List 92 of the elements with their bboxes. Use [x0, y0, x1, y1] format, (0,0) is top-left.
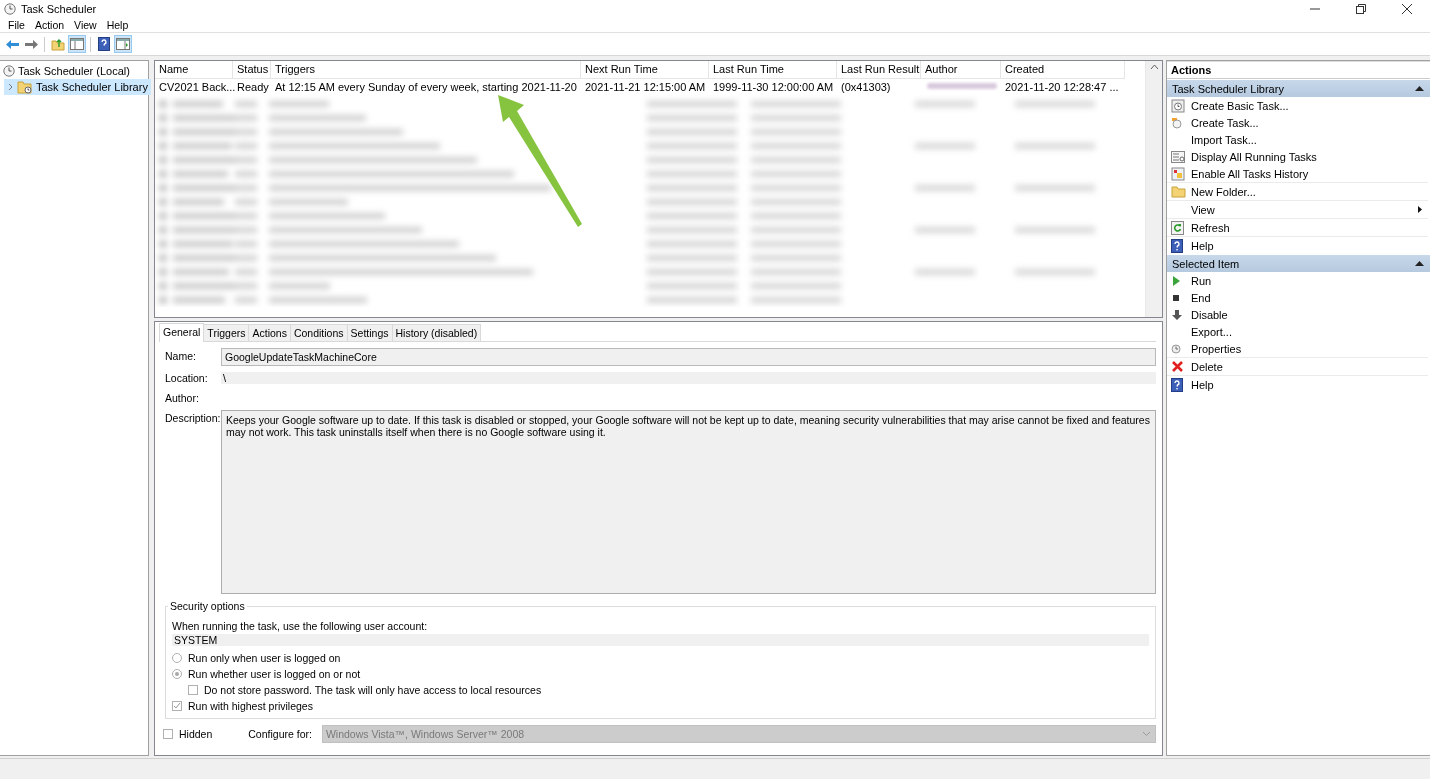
table-cell-text: CV2021 Back... — [159, 80, 236, 95]
pane-command[interactable]: Disable — [1167, 306, 1428, 323]
pane-title: Actions — [1167, 61, 1430, 79]
checkbox[interactable] — [172, 701, 182, 711]
tree-item[interactable]: Task Scheduler Library — [4, 79, 151, 95]
column-header[interactable]: Triggers — [271, 61, 581, 79]
checkbox[interactable] — [163, 729, 173, 739]
name-field[interactable]: GoogleUpdateTaskMachineCore — [221, 348, 1156, 366]
tab[interactable]: Actions — [248, 324, 291, 341]
option-label: Do not store password. The task will only have access to local resources — [204, 684, 542, 696]
column-header[interactable]: Created — [1001, 61, 1125, 79]
down-arrow-icon — [1171, 308, 1183, 321]
pane-command[interactable]: Create Basic Task... — [1167, 97, 1428, 114]
column-header[interactable]: Next Run Time — [581, 61, 709, 79]
pane-command[interactable]: Refresh — [1167, 219, 1428, 237]
tab[interactable]: General — [159, 323, 205, 342]
list-icon — [1171, 150, 1185, 163]
pane-command[interactable]: End — [1167, 289, 1428, 306]
dropdown-caret-icon[interactable] — [1142, 731, 1151, 737]
tab[interactable]: Triggers — [203, 324, 250, 341]
help-button[interactable] — [95, 35, 113, 53]
section-header[interactable]: Task Scheduler Library — [1167, 80, 1430, 97]
field-label: Author: — [165, 391, 200, 406]
menu-item[interactable]: Help — [101, 18, 134, 31]
column-header[interactable]: Status — [233, 61, 271, 79]
stop-icon — [1171, 292, 1181, 303]
column-header[interactable]: Last Run Time — [709, 61, 837, 79]
close-icon[interactable] — [1402, 3, 1412, 14]
tab[interactable]: Settings — [346, 324, 393, 341]
column-header[interactable]: Name — [155, 61, 233, 79]
restore-icon[interactable] — [1356, 3, 1366, 14]
collapsed-chevron-icon[interactable] — [7, 83, 14, 91]
option-label: Run with highest privileges — [188, 700, 313, 712]
pane-command[interactable]: Properties — [1167, 340, 1428, 358]
help-icon — [1171, 238, 1183, 253]
column-header[interactable]: Author — [921, 61, 1001, 79]
table-cell-text: Ready — [236, 80, 270, 95]
tab[interactable]: History (disabled) — [391, 324, 482, 341]
clock-icon — [3, 65, 15, 77]
location-field: \ — [221, 372, 1156, 384]
folder-icon — [17, 80, 33, 94]
menu-item[interactable]: File — [3, 18, 30, 31]
window-title: Task Scheduler — [21, 2, 97, 15]
tree-item[interactable]: Task Scheduler (Local) — [0, 63, 133, 79]
help-icon — [1171, 377, 1183, 392]
description-field[interactable]: Keeps your Google software up to date. If this task is disabled or stopped, your Google software will not be kept up to date, meaning security vulnerabilities that may arise cannot be fixed and features may not work. This task uninstalls itself when there is no Google software using it. — [221, 410, 1156, 594]
folder-icon — [1171, 185, 1186, 198]
table-cell-text: 1999-11-30 12:00:00 AM — [712, 80, 835, 95]
table-cell-text: 2021-11-20 12:28:47 ... — [1004, 80, 1120, 95]
pane-command[interactable]: New Folder... — [1167, 183, 1428, 201]
console-tree-button[interactable] — [68, 35, 86, 53]
table-cell-text: (0x41303) — [840, 80, 892, 95]
field-label: Configure for: — [248, 728, 312, 740]
pane-command[interactable]: Delete — [1167, 358, 1428, 376]
pane-command[interactable]: Help — [1167, 376, 1428, 393]
account-label: When running the task, use the following user account: — [172, 620, 429, 632]
calendar-clock-icon — [1171, 98, 1185, 113]
menu-item[interactable]: View — [69, 18, 102, 31]
collapse-icon[interactable] — [1415, 261, 1424, 266]
pane-command[interactable]: Export... — [1167, 323, 1428, 340]
pane-command[interactable]: Help — [1167, 237, 1428, 254]
tab[interactable]: Conditions — [289, 324, 348, 341]
clock-icon — [1171, 343, 1181, 354]
field-label: Location: — [165, 371, 209, 386]
table-cell-text: 2021-11-21 12:15:00 AM — [584, 80, 707, 95]
option-label: Hidden — [179, 728, 213, 740]
pane-command[interactable]: Enable All Tasks History — [1167, 165, 1428, 183]
group-title: Security options — [169, 600, 246, 612]
clock-icon — [1171, 116, 1183, 129]
action-pane-button[interactable] — [114, 35, 132, 53]
table-cell-text: At 12:15 AM every Sunday of every week, starting 2021-11-20 — [274, 80, 578, 95]
menu-item[interactable]: Action — [29, 18, 70, 31]
pane-command[interactable]: Import Task... — [1167, 131, 1428, 148]
pane-command[interactable]: View — [1167, 201, 1428, 219]
column-header[interactable]: Last Run Result — [837, 61, 921, 79]
history-icon — [1171, 166, 1185, 181]
scrollbar[interactable] — [1145, 61, 1162, 317]
account-field: SYSTEM — [172, 634, 1149, 646]
pane-command[interactable]: Create Task... — [1167, 114, 1428, 131]
section-header[interactable]: Selected Item — [1167, 255, 1430, 272]
checkbox[interactable] — [188, 685, 198, 695]
option-label: Run only when user is logged on — [188, 652, 341, 664]
collapse-icon[interactable] — [1415, 86, 1424, 91]
option-label: Run whether user is logged on or not — [188, 668, 361, 680]
pane-command[interactable]: Run — [1167, 272, 1428, 289]
submenu-arrow-icon — [1418, 206, 1422, 213]
play-icon — [1171, 274, 1181, 287]
field-label: Description: — [165, 411, 221, 426]
delete-icon — [1171, 360, 1184, 373]
field-label: Name: — [165, 349, 197, 364]
refresh-icon — [1171, 220, 1184, 235]
pane-command[interactable]: Display All Running Tasks — [1167, 148, 1428, 165]
